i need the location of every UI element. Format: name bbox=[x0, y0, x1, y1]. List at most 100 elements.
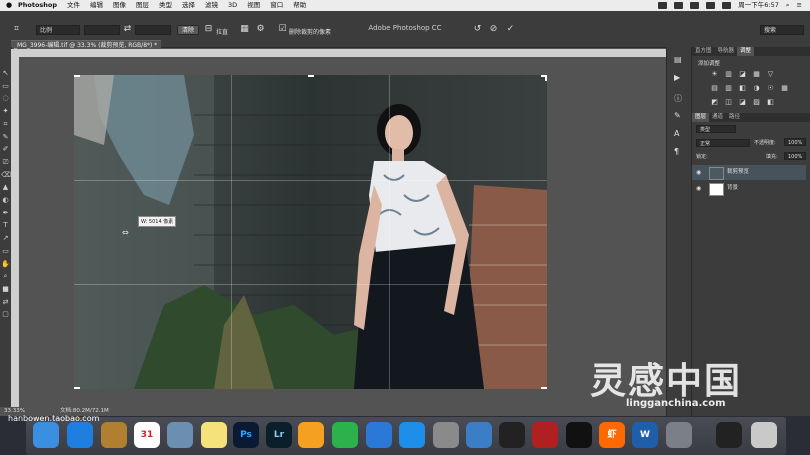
tool-icon[interactable]: ⌫ bbox=[1, 171, 11, 180]
history-icon[interactable]: ▤ bbox=[674, 55, 682, 64]
character-icon[interactable]: A bbox=[674, 129, 679, 138]
tool-icon[interactable]: ✋ bbox=[1, 260, 10, 269]
crop-handle[interactable] bbox=[74, 75, 80, 77]
layer-row[interactable]: ◉ 背景 bbox=[692, 181, 806, 196]
xcode-icon[interactable] bbox=[466, 422, 492, 448]
straighten-label[interactable]: 拉直 bbox=[216, 27, 228, 36]
panel-tab[interactable]: 直方图 bbox=[692, 47, 715, 56]
adjustment-icon[interactable] bbox=[780, 99, 789, 106]
eye-icon[interactable]: ◉ bbox=[696, 181, 701, 196]
tool-icon[interactable]: ■ bbox=[1, 285, 10, 294]
tool-icon[interactable]: ⇄ bbox=[1, 298, 10, 307]
adjustment-icon[interactable]: ▦ bbox=[780, 85, 789, 92]
adjustment-icon[interactable]: ◪ bbox=[738, 71, 747, 78]
word-icon[interactable]: W bbox=[632, 422, 658, 448]
eye-icon[interactable]: ◉ bbox=[696, 165, 701, 180]
swap-icon[interactable]: ⇄ bbox=[123, 25, 132, 34]
crop-handle[interactable] bbox=[74, 387, 80, 389]
adjustment-icon[interactable]: ◫ bbox=[724, 99, 733, 106]
apple-icon[interactable]: ● bbox=[6, 0, 12, 11]
adjustment-icon[interactable]: ◧ bbox=[738, 85, 747, 92]
info-icon[interactable]: ⓘ bbox=[674, 93, 682, 104]
layer-row[interactable]: ◉ 裁剪预览 bbox=[692, 165, 806, 180]
document-tab[interactable]: _MG_3996-编辑.tif @ 33.3% (裁剪预览, RGB/8*) * bbox=[11, 40, 161, 49]
tool-icon[interactable]: ↖ bbox=[1, 69, 10, 78]
gear-icon[interactable]: ⚙ bbox=[256, 25, 265, 34]
tool-icon[interactable]: ⎚ bbox=[1, 158, 10, 167]
clock[interactable]: 周一下午6:57 bbox=[738, 0, 779, 11]
notes-icon[interactable] bbox=[201, 422, 227, 448]
menu-item[interactable]: 帮助 bbox=[293, 0, 306, 11]
crop-tool-icon[interactable]: ⌗ bbox=[12, 25, 21, 34]
tool-icon[interactable]: ▭ bbox=[1, 247, 10, 256]
qq-icon[interactable] bbox=[566, 422, 592, 448]
adjustment-icon[interactable]: ◪ bbox=[738, 99, 747, 106]
opacity-field[interactable]: 100% bbox=[784, 138, 806, 146]
menu-item[interactable]: Photoshop bbox=[18, 0, 57, 11]
tool-icon[interactable]: ⌗ bbox=[1, 120, 10, 129]
menu-item[interactable]: 视图 bbox=[247, 0, 260, 11]
fill-field[interactable]: 100% bbox=[784, 152, 806, 160]
crop-handle[interactable] bbox=[545, 75, 547, 81]
straighten-icon[interactable]: ⊟ bbox=[204, 25, 213, 34]
menu-item[interactable]: 文件 bbox=[67, 0, 80, 11]
clear-button[interactable]: 清除 bbox=[177, 25, 199, 35]
status-icon[interactable] bbox=[674, 2, 684, 9]
menu-list-icon[interactable]: ≡ bbox=[797, 0, 802, 11]
panel-tab[interactable]: 导航器 bbox=[715, 47, 738, 56]
lightroom-icon[interactable]: Lr bbox=[266, 422, 292, 448]
reset-icon[interactable]: ↺ bbox=[473, 25, 482, 34]
wifi-icon[interactable] bbox=[706, 2, 716, 9]
play-icon[interactable]: ▶ bbox=[674, 73, 680, 82]
photobooth-icon[interactable] bbox=[532, 422, 558, 448]
tool-icon[interactable]: ◐ bbox=[1, 196, 10, 205]
menu-item[interactable]: 图像 bbox=[113, 0, 126, 11]
adjustment-icon[interactable]: ◑ bbox=[752, 85, 761, 92]
numbers-icon[interactable] bbox=[332, 422, 358, 448]
menu-item[interactable]: 选择 bbox=[182, 0, 195, 11]
tool-icon[interactable]: ✎ bbox=[1, 133, 10, 142]
adjustment-icon[interactable]: ▦ bbox=[752, 71, 761, 78]
tool-icon[interactable]: T bbox=[1, 221, 10, 230]
width-field[interactable] bbox=[84, 25, 120, 35]
checkbox[interactable]: ☑ bbox=[278, 25, 287, 34]
tool-icon[interactable]: ↗ bbox=[1, 234, 10, 243]
appstore-icon[interactable] bbox=[399, 422, 425, 448]
finder-icon[interactable] bbox=[33, 422, 59, 448]
tool-icon[interactable]: ✐ bbox=[1, 145, 10, 154]
menu-item[interactable]: 3D bbox=[228, 0, 237, 11]
commit-icon[interactable]: ✓ bbox=[506, 25, 515, 34]
tool-icon[interactable]: ▢ bbox=[1, 310, 10, 319]
xiami-icon[interactable]: 虾 bbox=[599, 422, 625, 448]
status-icon[interactable] bbox=[658, 2, 668, 9]
crop-handle[interactable] bbox=[308, 75, 314, 77]
document-image[interactable] bbox=[74, 75, 547, 389]
trash-icon[interactable] bbox=[751, 422, 777, 448]
overlay-grid-icon[interactable]: ▦ bbox=[240, 25, 249, 34]
height-field[interactable] bbox=[135, 25, 171, 35]
search-icon[interactable]: ⌕ bbox=[786, 0, 790, 11]
adjustment-icon[interactable]: ◩ bbox=[710, 99, 719, 106]
menu-item[interactable]: 编辑 bbox=[90, 0, 103, 11]
ratio-select[interactable]: 比例 bbox=[36, 25, 80, 35]
preview-icon[interactable] bbox=[101, 422, 127, 448]
adjustment-icon[interactable]: ▨ bbox=[752, 99, 761, 106]
menu-item[interactable]: 类型 bbox=[159, 0, 172, 11]
adjustment-icon[interactable]: ☉ bbox=[766, 85, 775, 92]
safari-icon[interactable] bbox=[67, 422, 93, 448]
settings-icon[interactable] bbox=[433, 422, 459, 448]
pages-icon[interactable] bbox=[298, 422, 324, 448]
adjustment-icon[interactable]: ▽ bbox=[766, 71, 775, 78]
search-field[interactable]: 搜索 bbox=[760, 25, 804, 35]
layer-panel-tab[interactable]: 图层 bbox=[692, 113, 710, 122]
tool-icon[interactable]: ⌕ bbox=[1, 272, 10, 281]
calendar-icon[interactable]: 31 bbox=[134, 422, 160, 448]
keynote-icon[interactable] bbox=[366, 422, 392, 448]
launchpad-icon[interactable] bbox=[666, 422, 692, 448]
tool-icon[interactable]: ◌ bbox=[1, 94, 10, 103]
delete-cropped-label[interactable]: 删除裁剪的像素 bbox=[289, 27, 331, 36]
photos-icon[interactable] bbox=[167, 422, 193, 448]
adjustment-icon[interactable]: ▥ bbox=[724, 85, 733, 92]
tool-icon[interactable]: ✦ bbox=[1, 107, 10, 116]
layer-panel-tab[interactable]: 通道 bbox=[709, 113, 726, 122]
